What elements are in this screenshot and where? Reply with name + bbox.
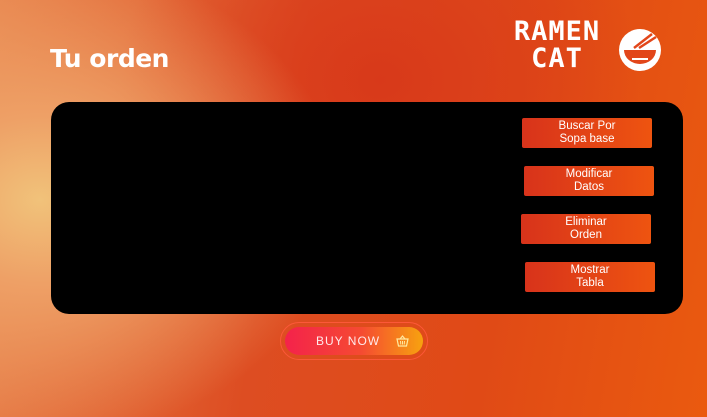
page-title: Tu orden [50,44,169,73]
logo-text-line2: CAT [531,43,583,74]
search-by-soup-base-button[interactable]: Buscar Por Sopa base [522,118,652,148]
buy-now-outline: BUY NOW [280,322,428,360]
modify-data-button[interactable]: Modificar Datos [524,166,654,196]
ramen-bowl-icon [619,29,661,71]
ramen-cat-logo: RAMEN CAT [498,18,668,82]
basket-icon [396,335,409,347]
buy-now-label: BUY NOW [316,334,381,348]
buy-now-button[interactable]: BUY NOW [285,327,423,355]
logo-wordmark: RAMEN CAT [498,18,616,72]
logo-text-line1: RAMEN [513,16,601,47]
delete-order-button[interactable]: Eliminar Orden [521,214,651,244]
show-table-button[interactable]: Mostrar Tabla [525,262,655,292]
